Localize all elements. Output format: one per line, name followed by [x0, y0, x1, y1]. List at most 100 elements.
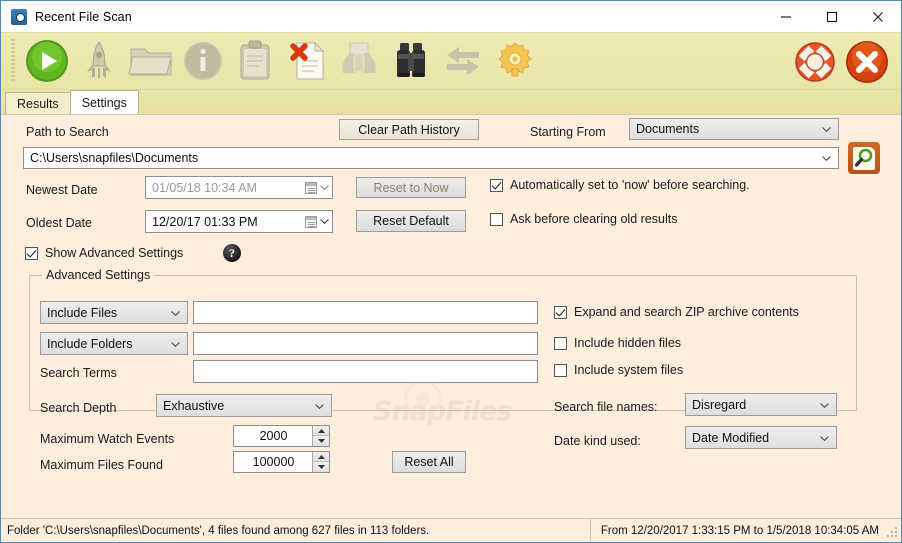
status-right-text: From 12/20/2017 1:33:15 PM to 1/5/2018 1… [589, 519, 879, 542]
help-question-icon[interactable]: ? [223, 244, 241, 262]
status-left-text: Folder 'C:\Users\snapfiles\Documents', 4… [7, 524, 430, 537]
include-folders-mode-select[interactable]: Include Folders [40, 332, 188, 355]
starting-from-select[interactable]: Documents [629, 118, 839, 140]
search-file-names-label: Search file names: [554, 400, 658, 414]
max-files-found-input[interactable] [234, 452, 313, 472]
tab-results[interactable]: Results [5, 92, 71, 114]
checkbox-box [25, 246, 38, 260]
reset-to-now-button[interactable]: Reset to Now [356, 177, 466, 198]
show-advanced-settings-checkbox[interactable]: Show Advanced Settings [25, 246, 183, 260]
max-files-found-spin-buttons[interactable] [312, 452, 329, 472]
max-files-found-stepper[interactable] [233, 451, 330, 473]
application-window: Recent File Scan Results Settings ⦿ Snap… [0, 0, 902, 543]
info-button[interactable] [177, 35, 229, 87]
toolbar [1, 32, 901, 90]
advanced-settings-title: Advanced Settings [42, 268, 155, 282]
expand-zip-label: Expand and search ZIP archive contents [574, 305, 799, 319]
include-folders-input[interactable] [193, 332, 538, 355]
swap-button[interactable] [437, 35, 489, 87]
checkbox-box [554, 305, 567, 319]
include-hidden-files-checkbox[interactable]: Include hidden files [554, 336, 681, 350]
quick-scan-button[interactable] [73, 35, 125, 87]
minimize-button[interactable] [763, 1, 809, 32]
run-search-button[interactable] [848, 142, 880, 174]
oldest-date-label: Oldest Date [26, 216, 93, 230]
checkbox-box [554, 363, 567, 377]
clear-path-history-button[interactable]: Clear Path History [339, 119, 479, 140]
oldest-date-value: 12/20/17 01:33 PM [152, 214, 258, 229]
options-button[interactable] [489, 35, 541, 87]
gear-icon [498, 42, 532, 77]
red-x-icon [846, 41, 888, 83]
close-button[interactable] [855, 1, 901, 32]
chevron-down-icon [820, 435, 829, 441]
clear-results-button[interactable] [281, 35, 333, 87]
path-to-search-label: Path to Search [26, 125, 109, 139]
spin-down-button[interactable] [313, 462, 329, 472]
search-file-names-value: Disregard [692, 397, 747, 412]
spin-up-button[interactable] [313, 426, 329, 436]
spin-up-button[interactable] [313, 452, 329, 462]
green-play-icon [26, 40, 68, 82]
newest-date-picker-icon[interactable] [301, 180, 329, 196]
info-circle-icon [184, 42, 222, 80]
show-advanced-settings-label: Show Advanced Settings [45, 246, 184, 260]
reset-all-button[interactable]: Reset All [392, 451, 466, 473]
include-system-files-checkbox[interactable]: Include system files [554, 363, 683, 377]
date-kind-select[interactable]: Date Modified [685, 426, 837, 449]
search-file-names-select[interactable]: Disregard [685, 393, 837, 416]
reset-default-button[interactable]: Reset Default [356, 210, 466, 232]
oldest-date-picker-icon[interactable] [301, 214, 329, 230]
binoculars-icon [397, 43, 425, 77]
ask-before-clearing-label: Ask before clearing old results [510, 212, 678, 226]
starting-from-value: Documents [636, 122, 700, 136]
oldest-date-field[interactable]: 12/20/17 01:33 PM [145, 210, 333, 233]
auto-now-label: Automatically set to 'now' before search… [510, 178, 750, 192]
include-hidden-files-label: Include hidden files [574, 336, 682, 350]
toolbar-right-group [789, 33, 893, 91]
auto-now-checkbox[interactable]: Automatically set to 'now' before search… [490, 178, 750, 192]
search-depth-value: Exhaustive [163, 398, 225, 413]
search-terms-label: Search Terms [40, 366, 117, 380]
max-watch-events-label: Maximum Watch Events [40, 432, 175, 446]
window-title: Recent File Scan [35, 9, 132, 24]
find-button[interactable] [385, 35, 437, 87]
swap-arrows-icon [447, 47, 479, 75]
include-system-files-label: Include system files [574, 363, 684, 377]
maximize-button[interactable] [809, 1, 855, 32]
checkbox-box [490, 178, 503, 192]
window-controls [763, 1, 901, 32]
checkbox-box [490, 212, 503, 226]
path-to-search-combo[interactable]: C:\Users\snapfiles\Documents [23, 147, 839, 169]
start-scan-button[interactable] [21, 35, 73, 87]
include-folders-mode-value: Include Folders [47, 336, 133, 351]
ask-before-clearing-checkbox[interactable]: Ask before clearing old results [490, 212, 677, 226]
resize-grip[interactable] [886, 527, 898, 539]
include-files-mode-value: Include Files [47, 305, 118, 320]
max-watch-events-input[interactable] [234, 426, 313, 446]
open-folder-button[interactable] [125, 35, 177, 87]
chevron-down-icon [315, 403, 324, 409]
max-watch-events-stepper[interactable] [233, 425, 330, 447]
find-disabled-button[interactable] [333, 35, 385, 87]
include-files-mode-select[interactable]: Include Files [40, 301, 188, 324]
search-terms-input[interactable] [193, 360, 538, 383]
date-kind-value: Date Modified [692, 430, 770, 445]
expand-zip-checkbox[interactable]: Expand and search ZIP archive contents [554, 305, 799, 319]
max-files-found-label: Maximum Files Found [40, 458, 163, 472]
date-kind-label: Date kind used: [554, 434, 641, 448]
include-files-input[interactable] [193, 301, 538, 324]
toolbar-grip[interactable] [11, 39, 15, 83]
max-watch-events-spin-buttons[interactable] [312, 426, 329, 446]
exit-button[interactable] [841, 36, 893, 88]
status-bar: Folder 'C:\Users\snapfiles\Documents', 4… [1, 518, 901, 542]
clipboard-button[interactable] [229, 35, 281, 87]
search-depth-label: Search Depth [40, 401, 117, 415]
search-depth-select[interactable]: Exhaustive [156, 394, 332, 417]
spin-down-button[interactable] [313, 436, 329, 446]
tab-settings[interactable]: Settings [69, 90, 139, 114]
chevron-down-icon [822, 156, 831, 161]
help-button[interactable] [789, 36, 841, 88]
newest-date-field[interactable]: 01/05/18 10:34 AM [145, 176, 333, 199]
rocket-icon [87, 41, 111, 78]
